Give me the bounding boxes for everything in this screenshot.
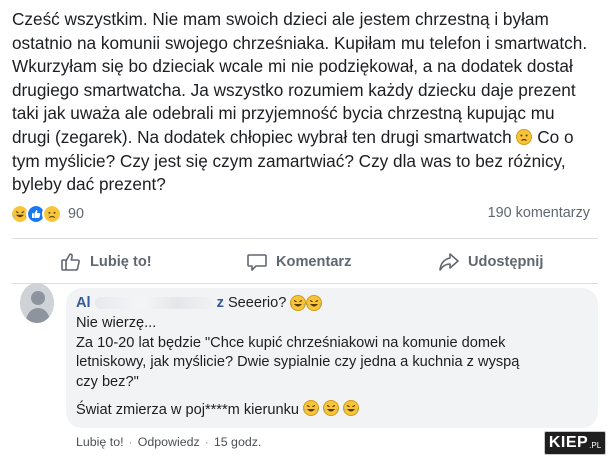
post-line: drugi (zegarek). Na dodatek chłopiec wyb… — [12, 126, 600, 150]
separator-dot: · — [204, 435, 209, 449]
comment-button-label: Komentarz — [276, 254, 352, 270]
speech-bubble-icon — [246, 251, 268, 273]
sad-reaction-icon — [42, 204, 62, 224]
comment-timestamp[interactable]: 15 godz. — [214, 435, 262, 449]
reactions-summary[interactable]: 90 — [10, 203, 84, 225]
comment-line: Za 10-20 lat będzie "Chce kupić chrześni… — [76, 334, 506, 351]
comment-author-row: Al z Seeerio? — [76, 292, 323, 314]
comment-first-text: Seeerio? — [227, 295, 287, 311]
divider — [12, 283, 598, 284]
post-body: Cześć wszystkim. Nie mam swoich dzieci a… — [12, 8, 600, 197]
post-line: Cześć wszystkim. Nie mam swoich dzieci a… — [12, 9, 549, 29]
post-line: byleby dać prezent? — [12, 174, 166, 195]
watermark-tld: .PL — [589, 441, 602, 450]
comment-reply-link[interactable]: Odpowiedz — [138, 435, 200, 449]
post-line: taki jak uważa ale odebrali mi przyjemno… — [12, 103, 555, 124]
comment-footer: Lubię to! · Odpowiedz · 15 godz. — [76, 433, 261, 451]
crying-laughing-emoji-icon — [343, 400, 360, 417]
share-button[interactable]: Udostępnij — [438, 240, 543, 284]
watermark-main: KIEP — [548, 434, 589, 451]
comment-line: Nie wierzę... — [76, 315, 157, 331]
crying-laughing-emoji-icon — [306, 295, 323, 311]
crying-laughing-emoji-icon — [290, 295, 307, 311]
like-button[interactable]: Lubię to! — [60, 240, 152, 284]
crying-laughing-emoji-icon — [323, 400, 340, 417]
thumbs-up-icon — [60, 251, 82, 273]
sad-face-emoji-icon — [516, 128, 533, 145]
post-line-text: Co o — [537, 126, 574, 147]
comment-line: czy bez?" — [76, 373, 139, 390]
crying-laughing-emoji-icon — [303, 400, 320, 417]
comment-spacer — [76, 392, 596, 400]
post-line-text: drugi (zegarek). Na dodatek chłopiec wyb… — [12, 126, 512, 147]
post-line: ostatnio na komunii swojego chrześniaka.… — [12, 32, 588, 53]
post-line: Wkurzyłam się bo dzieciak wcale mi nie p… — [12, 56, 573, 77]
comment-like-link[interactable]: Lubię to! — [76, 435, 124, 449]
blurred-name-region — [94, 297, 213, 309]
like-button-label: Lubię to! — [90, 254, 152, 270]
avatar[interactable] — [20, 283, 54, 323]
share-button-label: Udostępnij — [468, 254, 544, 270]
comment-line: Świat zmierza w poj****m kierunku — [76, 400, 596, 421]
separator-dot: · — [128, 435, 133, 449]
post-action-bar: Lubię to! Komentarz Udostępnij — [12, 240, 598, 284]
post-line: tym myślicie? Czy jest się czym zamartwi… — [12, 150, 566, 171]
comment-button[interactable]: Komentarz — [246, 240, 351, 284]
comment-body: Nie wierzę... Za 10-20 lat będzie "Chce … — [76, 314, 596, 421]
comments-count-link[interactable]: 190 komentarzy — [488, 205, 590, 221]
comment-line: letniskowy, jak myślicie? Dwie sypialnie… — [76, 354, 520, 371]
comment-author-name-end[interactable]: z — [217, 295, 224, 311]
reaction-count: 90 — [68, 206, 85, 222]
divider — [12, 238, 598, 239]
post-line: drugiego smartwatcha. Ja wszystko rozumi… — [12, 79, 576, 100]
share-arrow-icon — [438, 251, 460, 273]
kiep-watermark-logo: KIEP .PL — [544, 431, 606, 455]
comment-author-name[interactable]: Al — [76, 295, 91, 311]
comment-line-text: Świat zmierza w poj****m kierunku — [76, 402, 300, 419]
